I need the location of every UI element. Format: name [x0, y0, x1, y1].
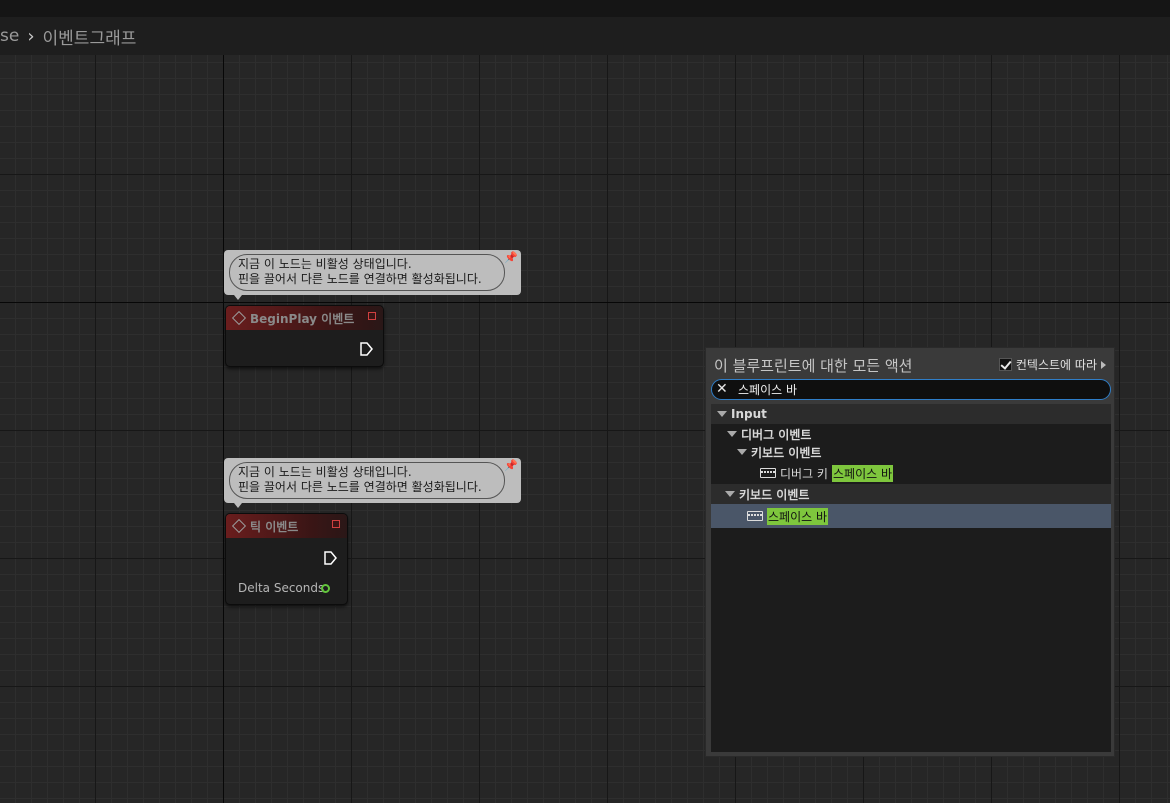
- close-icon[interactable]: ✕: [716, 380, 728, 398]
- delegate-pin-icon[interactable]: [332, 520, 340, 528]
- pin-icon[interactable]: 📌: [504, 252, 518, 263]
- breadcrumb: se › 이벤트그래프: [0, 17, 1170, 55]
- action-menu: 이 블루프린트에 대한 모든 액션 컨텍스트에 따라 ✕ Input 디버그 이…: [705, 347, 1115, 757]
- action-menu-title: 이 블루프린트에 대한 모든 액션: [714, 357, 913, 375]
- search-input[interactable]: [738, 380, 1098, 398]
- comment-line: 지금 이 노드는 비활성 상태입니다.: [238, 465, 412, 479]
- chevron-right-icon: ›: [27, 25, 35, 47]
- breadcrumb-prev[interactable]: se: [0, 26, 19, 46]
- tree-item-keyboard-events[interactable]: 키보드 이벤트: [711, 484, 1111, 504]
- tree-label: 키보드 이벤트: [739, 487, 810, 502]
- comment-line: 지금 이 노드는 비활성 상태입니다.: [238, 257, 412, 271]
- exec-pin-icon[interactable]: [323, 551, 337, 565]
- tree-item-space-bar[interactable]: 스페이스 바: [711, 504, 1111, 528]
- node-header[interactable]: BeginPlay 이벤트: [226, 306, 383, 330]
- graph-origin-vertical: [223, 0, 224, 803]
- comment-line: 핀을 끌어서 다른 노드를 연결하면 활성화됩니다.: [238, 480, 482, 494]
- expand-arrow-icon[interactable]: [717, 411, 727, 417]
- event-icon: [231, 310, 247, 326]
- begin-play-node[interactable]: BeginPlay 이벤트: [225, 305, 384, 367]
- top-bar: [0, 0, 1170, 17]
- exec-pin-icon[interactable]: [359, 342, 373, 356]
- keyboard-icon: [760, 468, 776, 478]
- context-checkbox[interactable]: [998, 358, 1012, 371]
- event-icon: [231, 518, 247, 534]
- tree-category-input[interactable]: Input: [711, 404, 1111, 424]
- action-tree: Input 디버그 이벤트 키보드 이벤트 디버그 키 스페이스 바 키보드 이…: [711, 404, 1111, 752]
- search-highlight: 스페이스 바: [767, 507, 829, 525]
- chevron-right-icon[interactable]: [1101, 360, 1106, 369]
- comment-text: 지금 이 노드는 비활성 상태입니다. 핀을 끌어서 다른 노드를 연결하면 활…: [229, 254, 505, 291]
- tree-label: 디버그 키: [780, 466, 828, 481]
- graph-origin-horizontal: [0, 302, 1170, 303]
- tree-item-debug-events[interactable]: 디버그 이벤트: [711, 424, 1111, 444]
- tree-item-keyboard-events-sub[interactable]: 키보드 이벤트: [711, 442, 1111, 462]
- float-pin-icon[interactable]: [321, 584, 330, 593]
- node-header[interactable]: 틱 이벤트: [226, 514, 347, 538]
- search-box: ✕: [711, 379, 1111, 400]
- keyboard-icon: [747, 511, 763, 521]
- tree-label: Input: [731, 407, 767, 421]
- bubble-tail: [234, 503, 242, 508]
- delta-seconds-label: Delta Seconds: [238, 581, 325, 595]
- comment-bubble: 지금 이 노드는 비활성 상태입니다. 핀을 끌어서 다른 노드를 연결하면 활…: [224, 458, 521, 508]
- expand-arrow-icon[interactable]: [725, 491, 735, 497]
- search-highlight: 스페이스 바: [831, 464, 893, 482]
- delegate-pin-icon[interactable]: [368, 312, 376, 320]
- context-label: 컨텍스트에 따라: [1015, 358, 1097, 372]
- context-sensitive-toggle[interactable]: 컨텍스트에 따라: [998, 356, 1106, 373]
- tree-label: 디버그 이벤트: [741, 427, 812, 442]
- comment-text: 지금 이 노드는 비활성 상태입니다. 핀을 끌어서 다른 노드를 연결하면 활…: [229, 462, 505, 499]
- expand-arrow-icon[interactable]: [737, 449, 747, 455]
- expand-arrow-icon[interactable]: [727, 431, 737, 437]
- node-title: 틱 이벤트: [250, 519, 299, 534]
- pin-icon[interactable]: 📌: [504, 460, 518, 471]
- node-title: BeginPlay 이벤트: [250, 311, 355, 326]
- tick-node[interactable]: 틱 이벤트 Delta Seconds: [225, 513, 348, 605]
- comment-bubble: 지금 이 노드는 비활성 상태입니다. 핀을 끌어서 다른 노드를 연결하면 활…: [224, 250, 521, 300]
- tree-label: 키보드 이벤트: [751, 445, 822, 460]
- breadcrumb-current: 이벤트그래프: [42, 28, 137, 49]
- tree-item-debug-key-space-bar[interactable]: 디버그 키 스페이스 바: [711, 463, 1111, 483]
- comment-line: 핀을 끌어서 다른 노드를 연결하면 활성화됩니다.: [238, 272, 482, 286]
- bubble-tail: [234, 295, 242, 300]
